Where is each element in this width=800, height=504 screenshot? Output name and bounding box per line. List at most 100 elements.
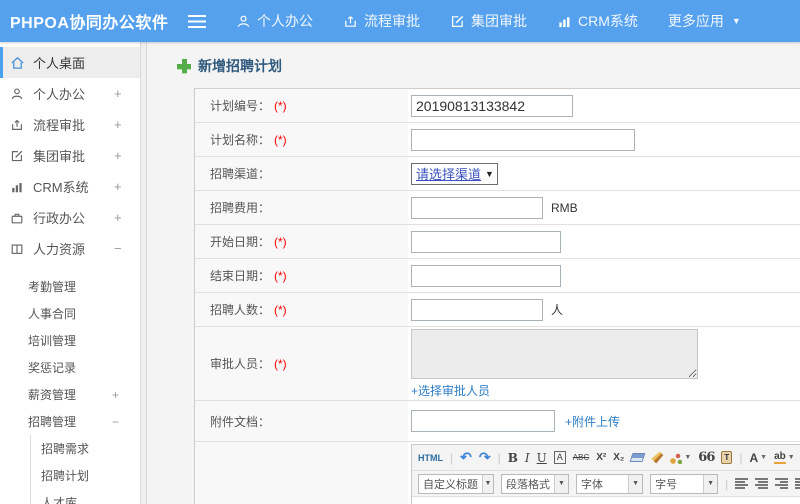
expand-plus-icon[interactable]: + <box>114 179 140 194</box>
align-center-icon[interactable] <box>755 478 768 489</box>
underline-button[interactable]: U <box>537 451 547 465</box>
font-color-dropdown[interactable]: A ▼ <box>750 451 768 465</box>
sidebar-item-desktop[interactable]: 个人桌面 <box>0 47 140 78</box>
add-plus-icon <box>177 59 191 73</box>
sidebar-item-label: CRM系统 <box>33 180 89 195</box>
sidebar-item-group-approval[interactable]: 集团审批 + <box>0 140 140 171</box>
blockquote-button[interactable]: 66 <box>698 450 715 465</box>
bold-button[interactable]: B <box>508 451 518 465</box>
hamburger-menu-icon[interactable] <box>188 14 206 28</box>
undo-icon[interactable]: ↶ <box>460 449 472 466</box>
expand-minus-icon[interactable]: − <box>112 415 140 429</box>
subscript-button[interactable]: X₂ <box>613 452 624 463</box>
nav-group-approval[interactable]: 集团审批 <box>450 11 527 31</box>
expand-plus-icon[interactable]: + <box>114 148 140 163</box>
superscript-button[interactable]: X² <box>596 452 606 463</box>
nav-label: CRM系统 <box>578 13 638 29</box>
sidebar-item-workflow-approval[interactable]: 流程审批 + <box>0 109 140 140</box>
form-row-end-date: 结束日期： (*) <box>195 259 800 293</box>
nav-crm-system[interactable]: CRM系统 <box>557 11 638 31</box>
sidebar-item-label: 人力资源 <box>33 242 86 257</box>
caret-down-icon: ▼ <box>760 454 768 461</box>
person-icon <box>237 15 250 27</box>
sidebar-item-personal-office[interactable]: 个人办公 + <box>0 78 140 109</box>
field-label: 计划名称： (*) <box>195 123 408 156</box>
nav-more-apps[interactable]: 更多应用 ▼ <box>668 11 741 31</box>
field-label: 附件文档： <box>195 401 408 441</box>
expand-plus-icon[interactable]: + <box>112 388 140 402</box>
expand-plus-icon[interactable]: + <box>114 117 140 132</box>
format-painter-dropdown[interactable]: ▼ <box>670 451 691 464</box>
sidebar-item-admin-office[interactable]: 行政办公 + <box>0 202 140 233</box>
attachment-upload-link[interactable]: +附件上传 <box>565 413 620 430</box>
sidebar-item-label: 招聘需求 <box>41 442 90 456</box>
nav-workflow-approval[interactable]: 流程审批 <box>343 11 420 31</box>
sidebar-item-recruitment[interactable]: 招聘管理 − <box>0 408 140 435</box>
required-mark: (*) <box>274 356 287 371</box>
caret-down-icon: ▼ <box>703 474 718 493</box>
editor-content-area[interactable] <box>412 497 800 504</box>
align-right-icon[interactable] <box>774 478 788 489</box>
channel-select-value: 请选择渠道 <box>416 167 482 182</box>
style-select[interactable]: 自定义标题 ▼ <box>418 473 494 494</box>
highlight-color-dropdown[interactable]: ab ▼ <box>774 450 795 464</box>
sidebar-item-label: 招聘计划 <box>41 469 90 483</box>
page-title: 新增招聘计划 <box>177 54 800 78</box>
attachment-input[interactable] <box>411 410 555 432</box>
strikethrough-button[interactable]: ABC <box>573 453 589 462</box>
end-date-input[interactable] <box>411 264 561 287</box>
toolbar-divider: | <box>725 476 729 491</box>
expand-plus-icon[interactable]: + <box>114 210 140 225</box>
field-label: 开始日期： (*) <box>195 225 408 258</box>
sidebar-item-label: 考勤管理 <box>28 280 77 294</box>
font-size-select[interactable]: 字号 ▼ <box>650 473 719 494</box>
sidebar-item-crm[interactable]: CRM系统 + <box>0 171 140 202</box>
recruitment-plan-form: 计划编号： (*) 计划名称： (*) 招聘渠道： <box>194 88 800 504</box>
approver-textarea[interactable] <box>411 328 698 379</box>
workflow-icon <box>10 117 26 133</box>
expand-minus-icon[interactable]: − <box>114 241 140 256</box>
sidebar-item-recruit-demand[interactable]: 招聘需求 <box>30 435 140 462</box>
align-left-icon[interactable] <box>735 478 749 489</box>
plan-name-input[interactable] <box>411 128 635 151</box>
expand-plus-icon[interactable]: + <box>114 86 140 101</box>
sidebar-item-label: 个人办公 <box>33 87 86 102</box>
caret-down-icon: ▼ <box>731 16 741 26</box>
italic-button[interactable]: I <box>525 451 530 465</box>
label-text: 开始日期： <box>210 235 271 249</box>
label-text: 附件文档： <box>210 414 271 429</box>
html-source-button[interactable]: HTML <box>418 453 443 463</box>
page-title-text: 新增招聘计划 <box>198 58 282 74</box>
font-family-select[interactable]: 字体 ▼ <box>576 473 644 494</box>
nav-personal-office[interactable]: 个人办公 <box>236 11 313 31</box>
form-row-plan-no: 计划编号： (*) <box>195 89 800 123</box>
channel-select[interactable]: 请选择渠道 ▼ <box>411 162 498 185</box>
sidebar-item-salary[interactable]: 薪资管理 + <box>0 381 140 408</box>
align-justify-icon[interactable] <box>794 478 800 489</box>
cost-input[interactable] <box>411 196 543 219</box>
format-brush-icon[interactable] <box>651 451 664 464</box>
sidebar-item-training[interactable]: 培训管理 <box>0 327 140 354</box>
field-label: 招聘渠道： <box>195 157 408 190</box>
font-border-button[interactable]: A <box>553 451 566 464</box>
form-row-approver: 审批人员： (*) +选择审批人员 <box>195 327 800 401</box>
redo-icon[interactable]: ↷ <box>479 449 491 466</box>
sidebar-item-talent-pool[interactable]: 人才库 <box>30 489 140 504</box>
sidebar-item-hr-contract[interactable]: 人事合同 <box>0 300 140 327</box>
paragraph-format-select[interactable]: 段落格式 ▼ <box>501 473 569 494</box>
plan-no-input[interactable] <box>411 94 573 117</box>
sidebar-item-hr[interactable]: 人力资源 − <box>0 233 140 264</box>
sidebar-item-recruit-plan[interactable]: 招聘计划 <box>30 462 140 489</box>
sidebar-item-rewards[interactable]: 奖惩记录 <box>0 354 140 381</box>
field-label: 招聘人数： (*) <box>195 293 408 326</box>
toolbar-divider: | <box>497 450 501 465</box>
start-date-input[interactable] <box>411 230 561 253</box>
headcount-input[interactable] <box>411 298 543 321</box>
select-approver-link[interactable]: +选择审批人员 <box>411 382 490 399</box>
sidebar-item-label: 薪资管理 <box>28 388 77 402</box>
sidebar-item-attendance[interactable]: 考勤管理 <box>0 273 140 300</box>
eraser-icon[interactable] <box>629 453 646 462</box>
highlight-icon: ab <box>774 450 786 464</box>
workflow-icon <box>345 15 356 27</box>
paste-as-text-icon[interactable]: T <box>721 451 733 464</box>
